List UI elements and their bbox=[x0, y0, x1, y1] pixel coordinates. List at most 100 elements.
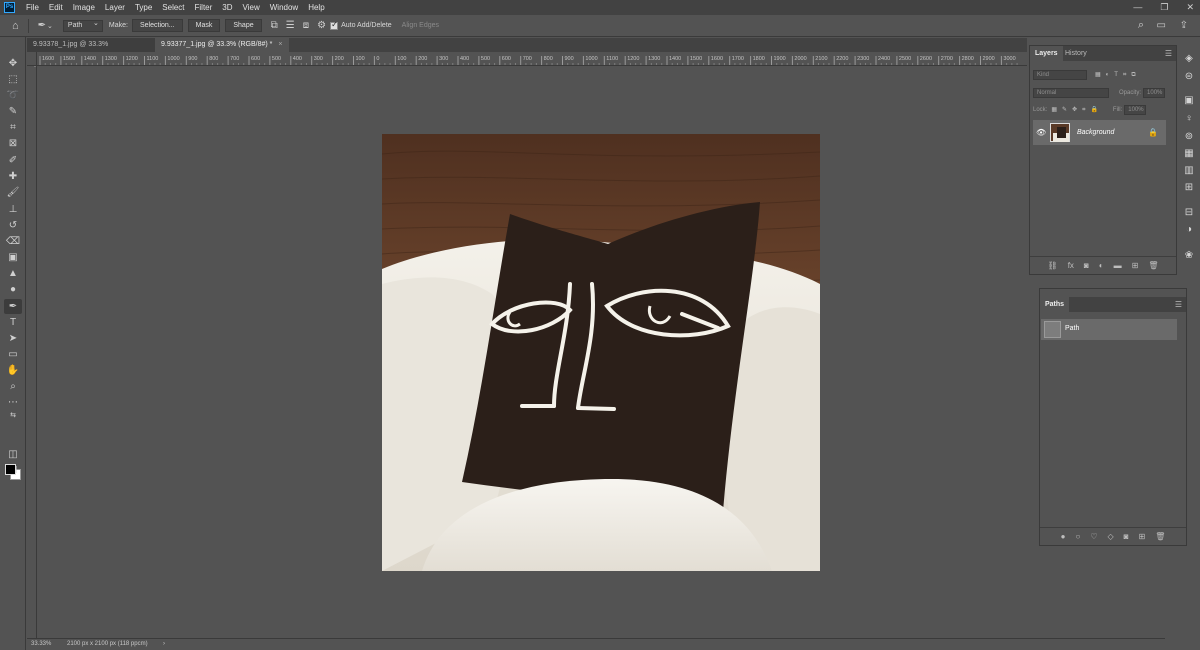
eraser-icon[interactable]: ⌫ bbox=[4, 234, 22, 249]
pen-tool-preset-icon[interactable]: ✒ bbox=[38, 20, 46, 31]
menu-help[interactable]: Help bbox=[303, 3, 329, 12]
share-icon[interactable]: ⇪ bbox=[1180, 20, 1188, 31]
chevron-down-icon[interactable]: ⌄ bbox=[47, 22, 53, 30]
zoom-icon[interactable]: ⌕ bbox=[4, 379, 22, 394]
tool-mode-select[interactable]: Path bbox=[62, 19, 103, 32]
vertical-ruler[interactable] bbox=[27, 66, 37, 638]
filter-icons[interactable]: ▦◐T⌗⧉ bbox=[1095, 71, 1141, 79]
healing-icon[interactable]: ✚ bbox=[4, 169, 22, 184]
tab-document-1[interactable]: 9.93378_1.jpg @ 33.3% (RGB/8#)× bbox=[27, 38, 155, 62]
rectangle-icon[interactable]: ▭ bbox=[4, 347, 22, 362]
gear-icon[interactable]: ⚙ bbox=[317, 20, 326, 31]
minimize-button[interactable]: — bbox=[1133, 0, 1142, 15]
brush-icon[interactable]: 🖌 bbox=[4, 185, 22, 200]
menu-select[interactable]: Select bbox=[157, 3, 189, 12]
fill-input[interactable]: 100% bbox=[1124, 104, 1147, 115]
add-mask-icon[interactable]: ◙ bbox=[1084, 261, 1089, 270]
new-group-icon[interactable]: ▬ bbox=[1114, 261, 1122, 270]
menu-file[interactable]: File bbox=[21, 3, 44, 12]
path-alignment-icon[interactable]: ☰ bbox=[286, 20, 295, 31]
fill-path-icon[interactable]: ● bbox=[1061, 532, 1066, 541]
status-menu-arrow[interactable]: › bbox=[163, 639, 165, 650]
stroke-path-icon[interactable]: ○ bbox=[1075, 532, 1080, 541]
stamp-icon[interactable]: ⊥ bbox=[4, 202, 22, 217]
path-row[interactable]: Path bbox=[1041, 319, 1177, 340]
search-icon[interactable]: ⌕ bbox=[1138, 19, 1144, 32]
marquee-icon[interactable]: ⬚ bbox=[4, 72, 22, 87]
make-shape-button[interactable]: Shape bbox=[225, 19, 262, 32]
layer-name[interactable]: Background bbox=[1077, 129, 1114, 136]
menu-layer[interactable]: Layer bbox=[100, 3, 130, 12]
gradients-icon[interactable]: ▥ bbox=[1183, 165, 1195, 177]
tab-history[interactable]: History bbox=[1060, 46, 1092, 61]
dodge-icon[interactable]: ● bbox=[4, 282, 22, 297]
quick-select-icon[interactable]: ✎ bbox=[4, 104, 22, 119]
new-path-icon[interactable]: ⊞ bbox=[1139, 532, 1146, 541]
workspace-icon[interactable]: ▭ bbox=[1157, 20, 1166, 31]
link-layers-icon[interactable]: ⛓ bbox=[1048, 261, 1058, 270]
character-icon[interactable]: ⊟ bbox=[1183, 207, 1195, 219]
gradient-icon[interactable]: ▣ bbox=[4, 250, 22, 265]
paragraph-icon[interactable]: ◑ bbox=[1183, 224, 1195, 236]
more-icon[interactable]: ⋯ bbox=[4, 395, 22, 410]
delete-path-icon[interactable]: 🗑 bbox=[1155, 532, 1165, 541]
eye-icon[interactable]: 👁 bbox=[1036, 128, 1046, 137]
path-name[interactable]: Path bbox=[1065, 325, 1079, 332]
swap-colors-icon[interactable]: ⇆ bbox=[4, 411, 22, 419]
restore-button[interactable]: ❐ bbox=[1160, 0, 1168, 15]
styles-icon[interactable]: ❀ bbox=[1183, 250, 1195, 262]
lock-icon[interactable]: 🔒 bbox=[1148, 128, 1158, 137]
path-arrangement-icon[interactable]: ⧈ bbox=[303, 20, 309, 31]
menu-edit[interactable]: Edit bbox=[44, 3, 68, 12]
opacity-input[interactable]: 100% bbox=[1143, 87, 1166, 98]
document-image[interactable] bbox=[382, 134, 820, 571]
make-mask-button[interactable]: Mask bbox=[187, 19, 221, 32]
move-icon[interactable]: ✥ bbox=[4, 56, 22, 71]
zoom-level[interactable]: 33.33% bbox=[31, 639, 51, 650]
auto-add-delete-checkbox[interactable] bbox=[330, 20, 339, 30]
layer-style-icon[interactable]: fx bbox=[1068, 261, 1074, 270]
brush-settings-icon[interactable]: ♀ bbox=[1183, 113, 1195, 125]
menu-filter[interactable]: Filter bbox=[190, 3, 218, 12]
horizontal-ruler[interactable]: 1600 1500 1400 1300 1200 1100 1000 900 800 700 600… bbox=[37, 52, 1027, 66]
layer-row[interactable]: 👁 Background 🔒 bbox=[1033, 120, 1166, 145]
properties-icon[interactable]: ▣ bbox=[1183, 95, 1195, 107]
close-button[interactable]: ✕ bbox=[1186, 0, 1194, 15]
panel-menu-icon[interactable]: ☰ bbox=[1165, 46, 1172, 61]
foreground-color-swatch[interactable] bbox=[5, 464, 16, 475]
lock-icons[interactable]: ▦✎✥⌗🔒 bbox=[1051, 106, 1103, 114]
tab-paths[interactable]: Paths bbox=[1040, 297, 1070, 312]
filter-kind-select[interactable]: Kind bbox=[1033, 69, 1087, 80]
add-mask-icon[interactable]: ◙ bbox=[1124, 532, 1129, 541]
menu-3d[interactable]: 3D bbox=[217, 3, 237, 12]
libraries-icon[interactable]: ◈ bbox=[1183, 53, 1195, 65]
menu-view[interactable]: View bbox=[238, 3, 265, 12]
menu-image[interactable]: Image bbox=[68, 3, 100, 12]
menu-type[interactable]: Type bbox=[130, 3, 157, 12]
quick-mask-icon[interactable]: ◫ bbox=[4, 447, 22, 462]
path-select-icon[interactable]: ➤ bbox=[4, 331, 22, 346]
close-icon[interactable]: × bbox=[278, 41, 282, 48]
adjustments-icon[interactable]: ⊜ bbox=[1183, 71, 1195, 83]
adjustment-layer-icon[interactable]: ◐ bbox=[1099, 261, 1104, 270]
tab-document-2[interactable]: 9.93377_1.jpg @ 33.3% (RGB/8#) * × bbox=[155, 38, 289, 52]
menu-window[interactable]: Window bbox=[265, 3, 303, 12]
frame-icon[interactable]: ⊠ bbox=[4, 136, 22, 151]
blur-icon[interactable]: ▲ bbox=[4, 266, 22, 281]
path-operations-icon[interactable]: ⧉ bbox=[271, 20, 278, 31]
delete-layer-icon[interactable]: 🗑 bbox=[1148, 261, 1158, 270]
crop-icon[interactable]: ⌗ bbox=[4, 120, 22, 135]
history-brush-icon[interactable]: ↺ bbox=[4, 218, 22, 233]
pen-icon[interactable]: ✒ bbox=[4, 299, 22, 314]
hand-icon[interactable]: ✋ bbox=[4, 363, 22, 378]
home-icon[interactable]: ⌂ bbox=[12, 20, 19, 32]
load-as-selection-icon[interactable]: ♡ bbox=[1090, 532, 1097, 541]
swatches-icon[interactable]: ▦ bbox=[1183, 148, 1195, 160]
new-layer-icon[interactable]: ⊞ bbox=[1132, 261, 1139, 270]
lasso-icon[interactable]: ➰ bbox=[4, 88, 22, 103]
photoshop-logo-icon[interactable]: Ps bbox=[4, 2, 15, 13]
channels-icon[interactable]: ⊚ bbox=[1183, 131, 1195, 143]
ruler-origin[interactable] bbox=[27, 52, 37, 66]
panel-menu-icon[interactable]: ☰ bbox=[1175, 297, 1182, 312]
make-work-path-icon[interactable]: ◇ bbox=[1108, 532, 1114, 541]
